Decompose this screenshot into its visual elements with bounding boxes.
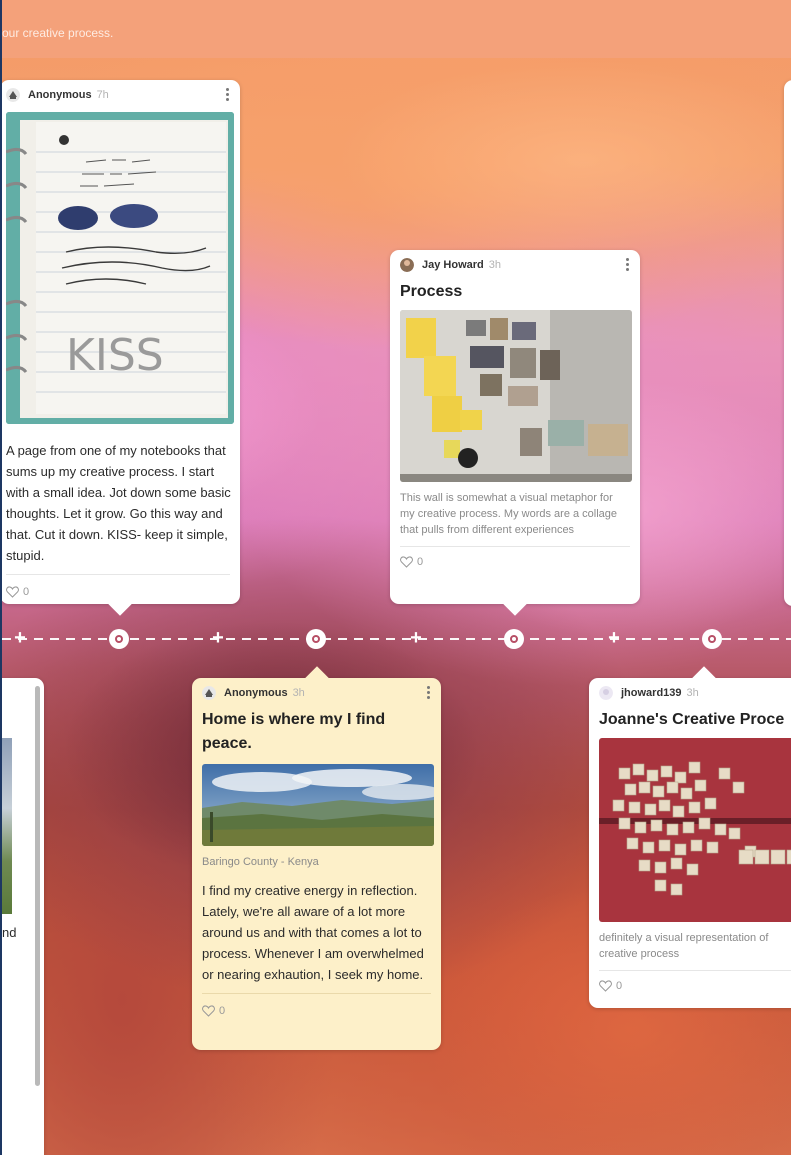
like-button[interactable]: 0: [400, 549, 630, 575]
post-card-process[interactable]: Jay Howard 3h Process This wall is somew…: [390, 250, 640, 616]
wall-collage-image-icon: [400, 310, 632, 482]
heart-icon: [202, 1005, 215, 1017]
add-post-plus-icon[interactable]: +: [408, 628, 424, 648]
like-button[interactable]: 0: [202, 998, 431, 1024]
timeline-node[interactable]: [109, 629, 129, 649]
like-button[interactable]: 0: [599, 973, 791, 999]
post-title: Joanne's Creative Proce: [599, 711, 785, 728]
scrabble-tiles-image[interactable]: [599, 738, 791, 922]
add-post-plus-icon[interactable]: +: [12, 628, 28, 648]
post-time: 7h: [96, 89, 109, 101]
post-location: Baringo County - Kenya: [202, 856, 319, 868]
like-count: 0: [616, 980, 623, 992]
board-header: our creative process.: [2, 0, 791, 58]
anonymous-avatar-icon: [6, 88, 20, 102]
board-description: our creative process.: [2, 26, 114, 40]
post-title: Process: [400, 283, 463, 300]
card-menu-icon[interactable]: [226, 88, 230, 102]
card-pointer: [502, 590, 528, 616]
post-author: Anonymous: [224, 687, 288, 699]
timeline-node[interactable]: [702, 629, 722, 649]
post-card-home[interactable]: Anonymous 3h Home is where my I find pea…: [192, 666, 441, 1050]
like-count: 0: [417, 556, 424, 568]
landscape-image[interactable]: [202, 764, 434, 846]
like-count: 0: [219, 1005, 226, 1017]
like-count: 0: [23, 586, 30, 598]
post-card-joanne[interactable]: jhoward139 3h Joanne's Creative Proce de…: [589, 666, 791, 1008]
post-time: 3h: [488, 259, 501, 271]
post-title: Home is where my I find peace.: [202, 711, 386, 752]
card-scrollbar[interactable]: [35, 686, 40, 1086]
post-time: 3h: [686, 687, 699, 699]
canvas-background: our creative process. + + + + Anonymous …: [2, 0, 791, 1155]
post-caption: This wall is somewhat a visual metaphor …: [400, 492, 618, 536]
anonymous-avatar-icon: [202, 686, 216, 700]
partial-image: [2, 738, 12, 914]
add-post-plus-icon[interactable]: +: [210, 628, 226, 648]
heart-icon: [6, 586, 19, 598]
notebook-image[interactable]: KISS: [6, 112, 234, 424]
landscape-image-icon: [202, 764, 434, 846]
post-time: 3h: [292, 687, 305, 699]
user-avatar-icon: [599, 686, 613, 700]
post-caption: definitely a visual representation of cr…: [599, 932, 769, 960]
wall-collage-image[interactable]: [400, 310, 632, 482]
svg-text:KISS: KISS: [66, 330, 164, 381]
heart-icon: [599, 980, 612, 992]
user-avatar-icon: [400, 258, 414, 272]
post-author: Anonymous: [28, 89, 92, 101]
notebook-image-icon: KISS: [6, 112, 234, 424]
post-body-fragment: nd: [2, 925, 17, 940]
post-author: jhoward139: [621, 687, 682, 699]
card-menu-icon[interactable]: [427, 686, 431, 700]
post-body: I find my creative energy in reflection.…: [202, 883, 424, 982]
post-card-partial-left[interactable]: nd: [2, 678, 44, 1155]
post-author: Jay Howard: [422, 259, 484, 271]
card-menu-icon[interactable]: [626, 258, 630, 272]
timeline-node[interactable]: [306, 629, 326, 649]
timeline-node[interactable]: [504, 629, 524, 649]
post-card-notebook[interactable]: Anonymous 7h KISS A page from one of my …: [2, 80, 240, 616]
post-body: A page from one of my notebooks that sum…: [6, 443, 231, 563]
heart-icon: [400, 556, 413, 568]
add-post-plus-icon[interactable]: +: [606, 628, 622, 648]
scrabble-tiles-image-icon: [599, 738, 791, 922]
post-card-partial-right[interactable]: [784, 80, 791, 606]
